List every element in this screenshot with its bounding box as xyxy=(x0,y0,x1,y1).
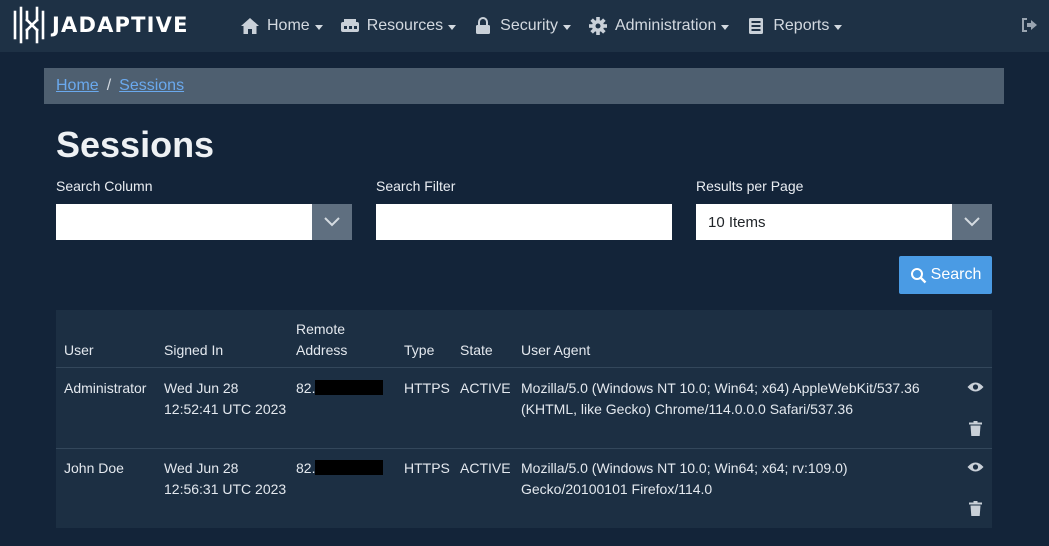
eye-icon[interactable] xyxy=(967,461,984,473)
table-header: User Signed In Remote Address Type State… xyxy=(56,310,992,368)
cell-signed-in: Wed Jun 28 12:52:41 UTC 2023 xyxy=(164,378,286,420)
header-remote-address[interactable]: Remote Address xyxy=(296,319,347,361)
nav-resources-label: Resources xyxy=(366,17,444,34)
cell-signed-in-time: 12:52:41 UTC 2023 xyxy=(164,401,287,417)
brand-name: JADAPTIVE xyxy=(52,13,189,37)
header-state[interactable]: State xyxy=(460,340,493,361)
breadcrumb-home-link[interactable]: Home xyxy=(56,77,99,95)
cell-remote-prefix: 82. xyxy=(296,380,316,396)
cell-signed-in-date: Wed Jun 28 xyxy=(164,380,239,396)
nav-administration[interactable]: Administration xyxy=(588,17,730,35)
cell-state: ACTIVE xyxy=(460,380,511,396)
cell-state: ACTIVE xyxy=(460,460,511,476)
nav-reports[interactable]: Reports xyxy=(746,17,843,35)
redacted-block xyxy=(315,460,384,475)
chevron-down-icon xyxy=(324,217,340,227)
nav-administration-label: Administration xyxy=(614,17,717,34)
chevron-down-icon xyxy=(834,24,843,30)
top-navbar: JADAPTIVE Home Resources Security Admini… xyxy=(0,0,1049,52)
breadcrumb-sessions-link[interactable]: Sessions xyxy=(119,77,184,95)
cell-remote-address: 82. xyxy=(296,458,384,479)
home-icon xyxy=(241,18,259,34)
sessions-table: User Signed In Remote Address Type State… xyxy=(56,310,992,528)
cell-user-agent-line2: Gecko/20100101 Firefox/114.0 xyxy=(521,481,713,497)
header-user-agent[interactable]: User Agent xyxy=(521,340,590,361)
redacted-block xyxy=(315,380,384,395)
search-column-label: Search Column xyxy=(56,178,153,194)
cell-user-agent-line2: (KHTML, like Gecko) Chrome/114.0.0.0 Saf… xyxy=(521,401,854,417)
search-column-select[interactable] xyxy=(56,204,352,240)
main-nav: Home Resources Security Administration R… xyxy=(240,0,859,52)
brand-logo[interactable]: JADAPTIVE xyxy=(12,6,189,44)
header-remote-line2: Address xyxy=(296,342,348,358)
jadaptive-logo-icon xyxy=(13,6,45,44)
lock-icon xyxy=(476,17,491,34)
header-type[interactable]: Type xyxy=(404,340,434,361)
header-user[interactable]: User xyxy=(64,340,94,361)
search-filter-label: Search Filter xyxy=(376,178,456,194)
chevron-down-icon xyxy=(448,24,457,30)
table-row: John Doe Wed Jun 28 12:56:31 UTC 2023 82… xyxy=(56,449,992,529)
search-icon xyxy=(910,267,926,283)
results-per-page-toggle[interactable] xyxy=(952,204,992,240)
nav-home[interactable]: Home xyxy=(240,17,323,35)
chevron-down-icon xyxy=(562,24,571,30)
eye-icon[interactable] xyxy=(967,381,984,393)
results-per-page-label: Results per Page xyxy=(696,178,804,194)
gear-icon xyxy=(588,17,607,35)
server-icon xyxy=(340,19,359,32)
search-button-label: Search xyxy=(930,266,982,283)
results-per-page-value: 10 Items xyxy=(708,213,766,231)
cell-signed-in-date: Wed Jun 28 xyxy=(164,460,239,476)
cell-type: HTTPS xyxy=(404,380,450,396)
header-signed-in[interactable]: Signed In xyxy=(164,340,223,361)
chevron-down-icon xyxy=(721,24,730,30)
table-row: Administrator Wed Jun 28 12:52:41 UTC 20… xyxy=(56,369,992,449)
report-icon xyxy=(749,18,764,34)
nav-security[interactable]: Security xyxy=(473,17,571,35)
nav-home-label: Home xyxy=(267,17,310,34)
cell-user: John Doe xyxy=(64,460,124,476)
page-title: Sessions xyxy=(56,124,215,165)
cell-user-agent: Mozilla/5.0 (Windows NT 10.0; Win64; x64… xyxy=(521,458,848,500)
header-remote-line1: Remote xyxy=(296,321,346,337)
chevron-down-icon xyxy=(964,217,980,227)
cell-signed-in-time: 12:56:31 UTC 2023 xyxy=(164,481,287,497)
cell-remote-prefix: 82. xyxy=(296,460,316,476)
cell-user-agent-line1: Mozilla/5.0 (Windows NT 10.0; Win64; x64… xyxy=(521,380,920,396)
chevron-down-icon xyxy=(314,24,323,30)
cell-remote-address: 82. xyxy=(296,378,384,399)
breadcrumb-separator: / xyxy=(106,77,112,94)
search-column-toggle[interactable] xyxy=(312,204,352,240)
nav-resources[interactable]: Resources xyxy=(340,17,457,35)
breadcrumb: Home / Sessions xyxy=(44,68,1004,104)
trash-icon[interactable] xyxy=(969,501,982,516)
cell-user-agent: Mozilla/5.0 (Windows NT 10.0; Win64; x64… xyxy=(521,378,920,420)
sign-out-icon[interactable] xyxy=(1020,16,1038,34)
nav-security-label: Security xyxy=(500,17,558,34)
nav-reports-label: Reports xyxy=(773,17,830,34)
cell-type: HTTPS xyxy=(404,460,450,476)
search-button[interactable]: Search xyxy=(899,256,992,294)
cell-user-agent-line1: Mozilla/5.0 (Windows NT 10.0; Win64; x64… xyxy=(521,460,848,476)
trash-icon[interactable] xyxy=(969,421,982,436)
cell-user: Administrator xyxy=(64,380,147,396)
results-per-page-select[interactable]: 10 Items xyxy=(696,204,992,240)
search-filter-input[interactable] xyxy=(376,204,672,240)
cell-signed-in: Wed Jun 28 12:56:31 UTC 2023 xyxy=(164,458,286,500)
